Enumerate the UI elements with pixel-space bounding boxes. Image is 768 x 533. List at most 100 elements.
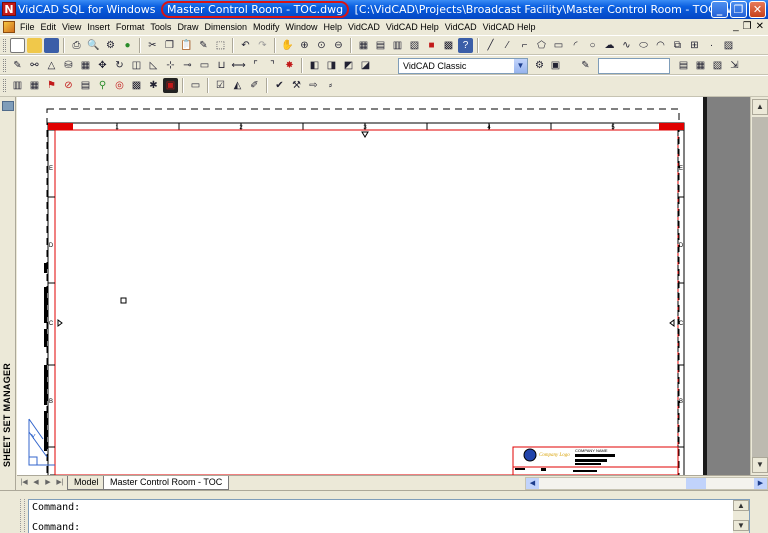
insert-block-icon[interactable]: ⧉	[670, 38, 685, 53]
command-history[interactable]: Command: Command: ▲ ▼	[28, 499, 750, 533]
stretch-icon[interactable]: ◺	[146, 58, 161, 73]
workspace-settings-icon[interactable]: ⚙	[532, 58, 547, 73]
fillet-icon[interactable]: ⌜	[248, 58, 263, 73]
chevron-down-icon[interactable]: ▼	[514, 59, 527, 73]
vidcad-connector-icon[interactable]: ⊘	[61, 78, 76, 93]
vidcad-equipment-icon[interactable]: ▥	[10, 78, 25, 93]
sheet-set-icon[interactable]	[2, 101, 14, 111]
etransmit-icon[interactable]: ●	[120, 38, 135, 53]
tool-palettes-icon[interactable]: ▥	[390, 38, 405, 53]
text-style-field[interactable]	[598, 58, 670, 74]
command-line-2[interactable]: Command:	[32, 522, 80, 533]
layer-previous-icon[interactable]: ⛁	[61, 58, 76, 73]
vidcad-label-icon[interactable]: ⚲	[95, 78, 110, 93]
rectangle-icon[interactable]: ▭	[551, 38, 566, 53]
help-icon[interactable]: ?	[458, 38, 473, 53]
layer-states-icon[interactable]: △	[44, 58, 59, 73]
prev-tab-icon[interactable]: ◀	[31, 477, 41, 489]
command-window-grip[interactable]	[20, 499, 25, 533]
vidcad-sheet-icon[interactable]: ▭	[188, 78, 203, 93]
minimize-button[interactable]: _	[711, 1, 728, 18]
draworder-above-icon[interactable]: ◩	[341, 58, 356, 73]
make-block-icon[interactable]: ⊞	[687, 38, 702, 53]
menu-vidcad-help-2[interactable]: VidCAD Help	[480, 19, 539, 35]
block-editor-icon[interactable]: ⬚	[213, 38, 228, 53]
point-icon[interactable]: ·	[704, 38, 719, 53]
vidcad-check-icon[interactable]: ✔	[272, 78, 287, 93]
chamfer-icon[interactable]: ⟷	[231, 58, 246, 73]
hatch-icon[interactable]: ▨	[721, 38, 736, 53]
circle-icon[interactable]: ○	[585, 38, 600, 53]
doc-close-button[interactable]: ✕	[756, 19, 764, 35]
scroll-down-icon[interactable]: ▼	[752, 457, 768, 473]
draworder-back-icon[interactable]: ◨	[324, 58, 339, 73]
vidcad-tools-icon[interactable]: ⚒	[289, 78, 304, 93]
cmd-scroll-up-icon[interactable]: ▲	[733, 500, 749, 511]
edit-ref-icon[interactable]: ⇲	[727, 58, 742, 73]
array-icon[interactable]: ▦	[78, 58, 93, 73]
trim-icon[interactable]: ⊹	[163, 58, 178, 73]
undo-icon[interactable]: ↶	[238, 38, 253, 53]
plot-preview-icon[interactable]: 🔍	[86, 38, 101, 53]
layout-icon[interactable]: ▤	[676, 58, 691, 73]
horizontal-scrollbar[interactable]: ◀ ▶	[525, 477, 768, 490]
menu-format[interactable]: Format	[113, 19, 148, 35]
external-ref-icon[interactable]: ▧	[710, 58, 725, 73]
vidcad-wire-icon[interactable]: ⸗	[323, 78, 338, 93]
menu-file[interactable]: File	[17, 19, 38, 35]
menu-modify[interactable]: Modify	[250, 19, 283, 35]
menu-insert[interactable]: Insert	[84, 19, 113, 35]
draworder-under-icon[interactable]: ◪	[358, 58, 373, 73]
ellipse-icon[interactable]: ⬭	[636, 38, 651, 53]
break-icon[interactable]: ▭	[197, 58, 212, 73]
document-menu-icon[interactable]	[3, 21, 15, 33]
scale-icon[interactable]: ◫	[129, 58, 144, 73]
command-scrollbar[interactable]: ▲ ▼	[733, 500, 749, 533]
vidcad-schedule-icon[interactable]: ▩	[129, 78, 144, 93]
calculator-icon[interactable]: ▩	[441, 38, 456, 53]
vidcad-target-icon[interactable]: ◎	[112, 78, 127, 93]
menu-edit[interactable]: Edit	[38, 19, 60, 35]
join-icon[interactable]: ⊔	[214, 58, 229, 73]
menu-window[interactable]: Window	[283, 19, 321, 35]
spline-icon[interactable]: ∿	[619, 38, 634, 53]
new-icon[interactable]	[10, 38, 25, 53]
menu-vidcad-help[interactable]: VidCAD Help	[383, 19, 442, 35]
cmd-scroll-down-icon[interactable]: ▼	[733, 520, 749, 531]
restore-button[interactable]: ❐	[730, 1, 747, 18]
vidcad-app-icon[interactable]: N	[2, 2, 16, 16]
menu-tools[interactable]: Tools	[147, 19, 174, 35]
zoom-window-icon[interactable]: ⊙	[314, 38, 329, 53]
publish-icon[interactable]: ⚙	[103, 38, 118, 53]
markup-icon[interactable]: ■	[424, 38, 439, 53]
workspace-select[interactable]: VidCAD Classic ▼	[398, 58, 528, 74]
vidcad-edit-icon[interactable]: ▦	[27, 78, 42, 93]
last-tab-icon[interactable]: ▶|	[55, 477, 65, 489]
print-icon[interactable]: ⎙	[69, 38, 84, 53]
ellipse-arc-icon[interactable]: ◠	[653, 38, 668, 53]
move-icon[interactable]: ✥	[95, 58, 110, 73]
vidcad-pencil-icon[interactable]: ✐	[247, 78, 262, 93]
vidcad-block-icon[interactable]: ✱	[146, 78, 161, 93]
save-icon[interactable]	[44, 38, 59, 53]
open-icon[interactable]	[27, 38, 42, 53]
sheet-set-icon[interactable]: ▧	[407, 38, 422, 53]
menu-draw[interactable]: Draw	[174, 19, 201, 35]
drawing-canvas[interactable]: 1 2 3 4 5 E D C B E D C B Y Company Logo…	[17, 97, 750, 475]
doc-minimize-button[interactable]: _	[733, 19, 739, 35]
vidcad-symbol-icon[interactable]: ◭	[230, 78, 245, 93]
paste-icon[interactable]: 📋	[179, 38, 194, 53]
viewport-icon[interactable]: ▦	[693, 58, 708, 73]
scroll-right-icon[interactable]: ▶	[754, 478, 767, 489]
draworder-front-icon[interactable]: ◧	[307, 58, 322, 73]
toolbar-grip[interactable]	[3, 59, 6, 72]
redo-icon[interactable]: ↷	[255, 38, 270, 53]
multiline-text-icon[interactable]: ✎	[578, 58, 593, 73]
vidcad-database-icon[interactable]: ▣	[163, 78, 178, 93]
properties-icon[interactable]: ▦	[356, 38, 371, 53]
scroll-left-icon[interactable]: ◀	[526, 478, 539, 489]
toolbar-grip[interactable]	[3, 79, 6, 92]
doc-restore-button[interactable]: ❐	[743, 19, 752, 35]
pan-icon[interactable]: ✋	[280, 38, 295, 53]
tab-model[interactable]: Model	[67, 476, 106, 490]
